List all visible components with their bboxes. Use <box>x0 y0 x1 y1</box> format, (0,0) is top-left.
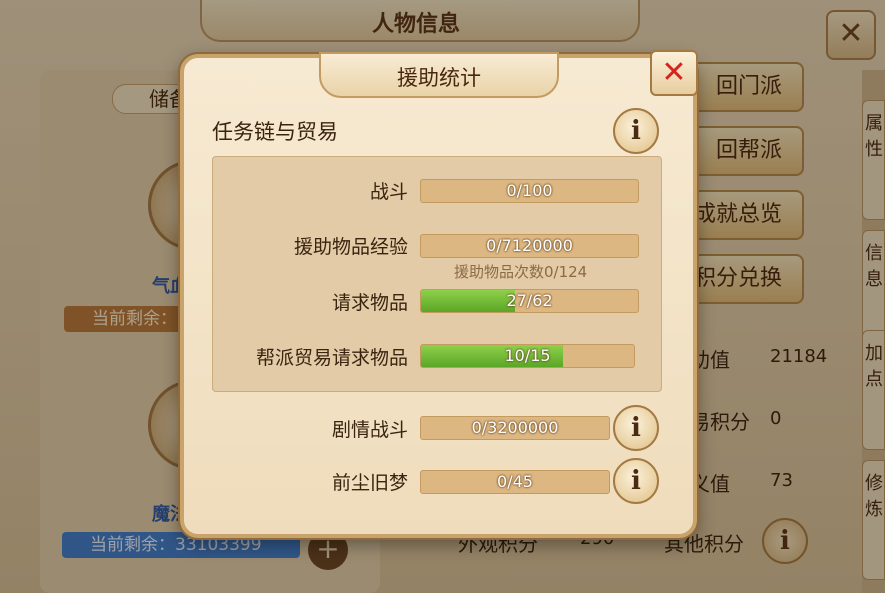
progress-text: 10/15 <box>504 346 551 365</box>
dialog-title: 援助统计 <box>397 66 481 90</box>
progress-text: 0/7120000 <box>486 236 573 255</box>
progress-text: 0/45 <box>497 472 533 491</box>
row-label-assist-exp: 援助物品经验 <box>293 236 408 258</box>
row-label-battle: 战斗 <box>369 181 408 203</box>
assist-count-text: 援助物品次数0/124 <box>454 263 588 281</box>
progress-text: 0/3200000 <box>471 418 559 437</box>
section-title: 任务链与贸易 <box>212 120 338 144</box>
progress-bar-assist-exp: 0/7120000 <box>420 234 639 258</box>
progress-bar-battle: 0/100 <box>420 179 639 203</box>
past-dreams-info-icon[interactable]: i <box>613 458 659 504</box>
close-icon[interactable]: ✕ <box>650 50 698 96</box>
progress-bar-request-items: 27/62 <box>420 289 639 313</box>
row-label-story-battle: 剧情战斗 <box>331 419 408 441</box>
row-label-request-items: 请求物品 <box>331 292 408 314</box>
progress-text: 0/100 <box>506 181 553 200</box>
section-info-icon[interactable]: i <box>613 108 659 154</box>
progress-text: 27/62 <box>506 291 553 310</box>
dialog-title-tab: 援助统计 <box>319 52 559 98</box>
progress-bar-story-battle: 0/3200000 <box>420 416 610 440</box>
row-label-past-dreams: 前尘旧梦 <box>331 472 408 494</box>
progress-bar-past-dreams: 0/45 <box>420 470 610 494</box>
row-label-guild-trade: 帮派贸易请求物品 <box>255 347 408 369</box>
story-battle-info-icon[interactable]: i <box>613 405 659 451</box>
progress-bar-guild-trade: 10/15 <box>420 344 635 368</box>
